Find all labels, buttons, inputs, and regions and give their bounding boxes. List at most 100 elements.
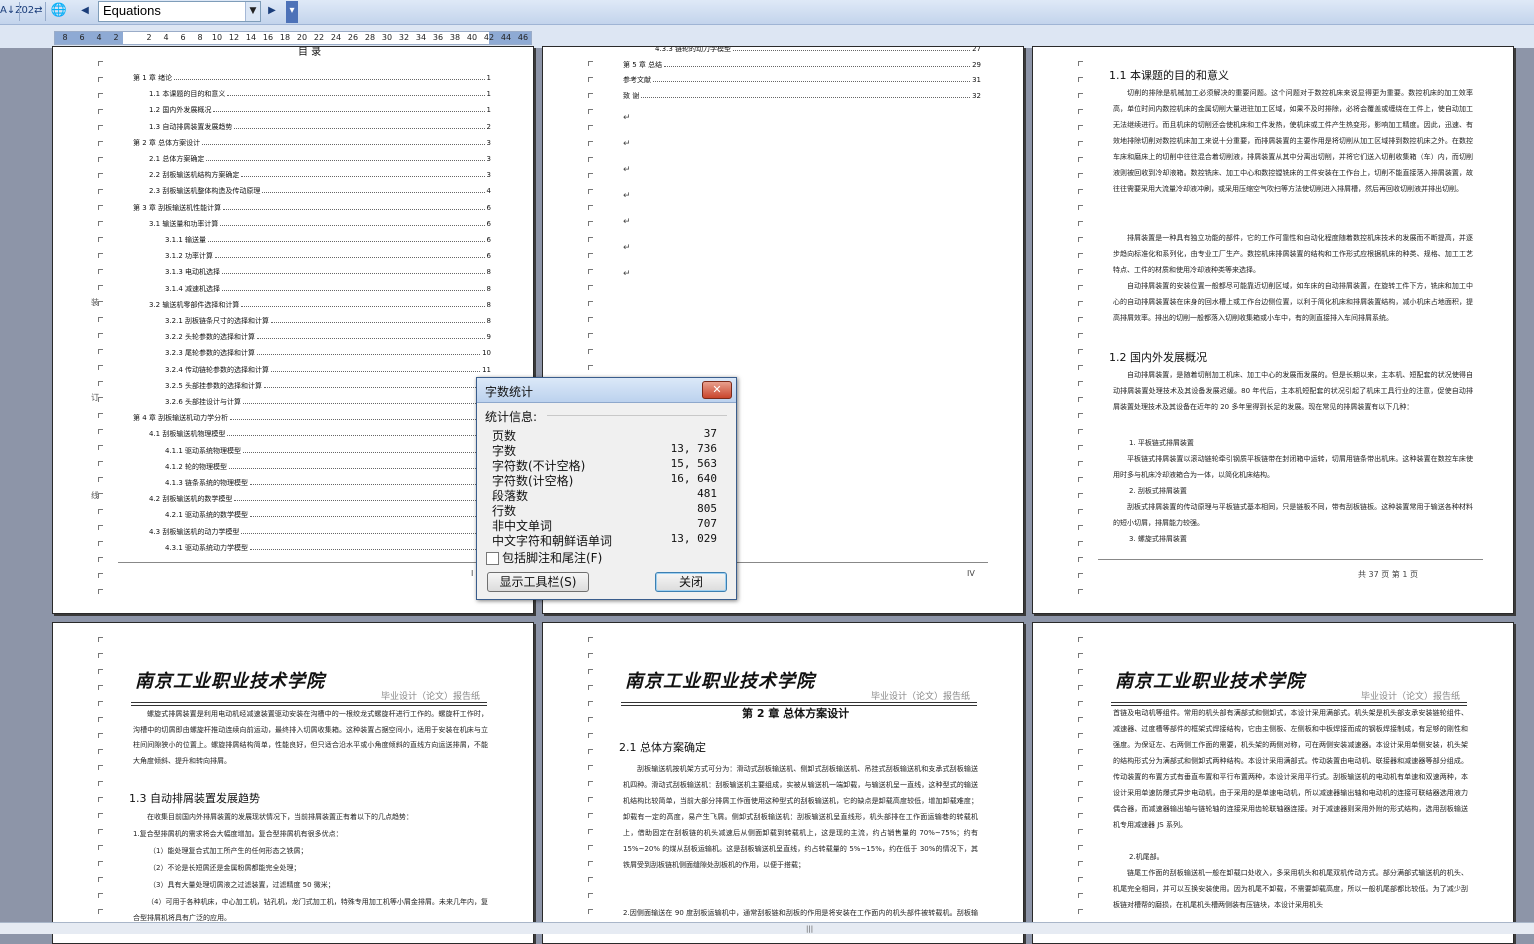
toc-page-number: 6 (486, 252, 491, 261)
gutter-mark (1078, 685, 1083, 690)
school-logo-text: 南京工业职业技术学院 (135, 671, 325, 692)
show-toolbar-button[interactable]: 显示工具栏(S) (487, 572, 589, 592)
toc-entry[interactable]: 3.2.3 尾轮参数的选择和计算 10 (165, 348, 491, 358)
toc-leader (264, 381, 481, 388)
toc-entry[interactable]: 3.2.5 头部挂参数的选择和计算12 (165, 381, 491, 391)
include-footnotes-checkbox[interactable] (486, 552, 499, 565)
gutter-mark (98, 525, 103, 530)
gutter-mark (98, 349, 103, 354)
horizontal-scrollbar[interactable]: ||| (0, 922, 1534, 934)
toc-entry[interactable]: 第 1 章 绪论 1 (133, 73, 491, 83)
document-page-1[interactable]: 目 录 装 订 线 I 第 1 章 绪论 1 1.1 本课题的目的和意义 1 1.2 国… (52, 46, 534, 614)
document-page-4[interactable]: 南京工业职业技术学院 毕业设计（论文）报告纸 螺旋式排屑装置是利用电动机经减速装… (52, 622, 534, 944)
gutter-mark (98, 77, 103, 82)
toc-entry[interactable]: 3.1.2 功率计算 6 (165, 251, 491, 261)
include-footnotes-label[interactable]: 包括脚注和尾注(F) (502, 549, 602, 566)
toc-page-number: 11 (482, 365, 491, 374)
toc-entry[interactable]: 2.3 刮板输送机整体构造及传动原理 4 (149, 186, 491, 196)
toc-entry[interactable]: 4.1.3 链条系统的物理模型15 (165, 478, 491, 488)
horizontal-ruler[interactable]: 8 6 4 2 2 4 6 8 10 12 14 16 18 20 22 24 26 28 30 32 34 36 38 40… (54, 31, 532, 45)
toc-page-number: 29 (972, 60, 981, 69)
toc-leader (230, 413, 481, 421)
gutter-mark (588, 765, 593, 770)
toc-entry[interactable]: 1.1 本课题的目的和意义 1 (149, 89, 491, 99)
toc-entry[interactable]: 第 4 章 刮板输送机动力学分析13 (133, 413, 491, 423)
gutter-mark (98, 653, 103, 658)
toc-entry[interactable]: 4.3.3 链轮的动力学模型 27 (655, 46, 981, 54)
toc-entry[interactable]: 2.1 总体方案确定 3 (149, 154, 491, 164)
toc-entry[interactable]: 参考文献 31 (623, 75, 981, 85)
gutter-mark (1078, 637, 1083, 642)
dialog-title-bar[interactable]: 字数统计 ✕ (477, 378, 736, 403)
toc-entry[interactable]: 3.2.6 头部挂设计与计算12 (165, 397, 491, 407)
toc-entry[interactable]: 4.3 刮板输送机的动力学模型17 (149, 527, 491, 537)
toc-page-number: 27 (972, 46, 981, 53)
equations-combo[interactable]: Equations ▼ (98, 1, 261, 22)
toc-page-number: 6 (486, 236, 491, 244)
ruler-toggle-icon[interactable]: 02⇄ (21, 1, 43, 21)
binding-gutter (588, 623, 594, 943)
toc-entry[interactable]: 第 5 章 总结 29 (623, 60, 981, 70)
toc-entry[interactable]: 4.2 刮板输送机的数学模型16 (149, 494, 491, 504)
close-icon[interactable]: ✕ (702, 381, 732, 399)
ruler-number: 14 (245, 33, 257, 42)
toc-entry[interactable]: 第 3 章 刮板输送机性能计算 6 (133, 203, 491, 213)
toc-entry[interactable]: 4.1.1 驱动系统物理模型13 (165, 446, 491, 456)
toolbar-options-icon[interactable]: ▾ (286, 1, 298, 23)
paragraph-mark-icon: ↵ (623, 139, 631, 149)
toc-leader (733, 47, 971, 51)
gutter-mark (1078, 349, 1083, 354)
gutter-mark (588, 253, 593, 258)
toc-entry-text: 3.1 输送量和功率计算 (149, 219, 219, 228)
gutter-mark (98, 509, 103, 514)
toc-leader (202, 138, 485, 145)
gutter-mark (1078, 317, 1083, 322)
ruler-number: 38 (449, 33, 461, 42)
toc-entry[interactable]: 3.1.4 减速机选择 8 (165, 284, 491, 294)
stat-row: 段落数 481 (492, 487, 717, 503)
toc-leader (664, 60, 971, 67)
toc-leader (243, 397, 481, 404)
scrollbar-grip-icon[interactable]: ||| (806, 925, 813, 933)
gutter-mark (98, 93, 103, 98)
gutter-mark (588, 93, 593, 98)
toc-entry[interactable]: 1.3 自动排屑装置发展趋势 2 (149, 122, 491, 132)
toc-entry[interactable]: 4.2.1 驱动系统的数学模型16 (165, 510, 491, 520)
toc-entry[interactable]: 2.2 刮板输送机结构方案确定 3 (149, 170, 491, 180)
close-button[interactable]: 关闭 (655, 572, 727, 592)
toc-entry[interactable]: 3.2.4 传动链轮参数的选择和计算 11 (165, 365, 491, 375)
gutter-mark (98, 909, 103, 914)
chevron-down-icon[interactable]: ▼ (245, 2, 260, 21)
sort-icon[interactable]: A↓Z (0, 1, 22, 21)
toc-entry-text: 4.2.1 驱动系统的数学模型 (165, 511, 249, 520)
document-page-3[interactable]: 1.1 本课题的目的和意义 切削的排除是机械加工必须解决的重要问题。这个问题对于… (1032, 46, 1514, 614)
ruler-number: 6 (79, 33, 85, 42)
toc-entry[interactable]: 4.3.1 驱动系统动力学模型17 (165, 543, 491, 553)
statistics-label: 统计信息: (485, 410, 538, 424)
toc-entry[interactable]: 4.1 刮板输送机物理模型13 (149, 429, 491, 439)
globe-icon[interactable]: 🌐 (48, 1, 70, 21)
toc-entry[interactable]: 3.1.3 电动机选择 8 (165, 267, 491, 277)
toc-entry[interactable]: 第 2 章 总体方案设计 3 (133, 138, 491, 148)
toc-entry[interactable]: 3.1 输送量和功率计算 6 (149, 219, 491, 229)
gutter-mark (98, 253, 103, 258)
stat-name: 中文字符和朝鲜语单词 (492, 534, 613, 548)
report-paper-tag: 毕业设计（论文）报告纸 (871, 692, 971, 702)
gutter-mark (98, 269, 103, 274)
document-page-5[interactable]: 南京工业职业技术学院 毕业设计（论文）报告纸 第 2 章 总体方案设计 2.1 … (542, 622, 1024, 944)
toc-entry[interactable]: 致 谢 32 (623, 91, 981, 101)
toc-entry[interactable]: 4.1.2 轮的物理模型14 (165, 462, 491, 472)
gutter-mark (588, 269, 593, 274)
toc-entry[interactable]: 3.2.2 头轮参数的选择和计算 9 (165, 332, 491, 342)
document-page-6[interactable]: 南京工业职业技术学院 毕业设计（论文）报告纸 首链及电动机等组件。常用的机头部有… (1032, 622, 1514, 944)
body-paragraph: 1.复合型排屑机的需求将会大幅度增加。复合型排屑机有很多优点： (133, 830, 343, 838)
toc-entry[interactable]: 1.2 国内外发展概况 1 (149, 105, 491, 115)
binding-gutter (98, 47, 104, 613)
toc-entry[interactable]: 3.2 输送机零部件选择和计算 8 (149, 300, 491, 310)
toc-entry[interactable]: 3.2.1 刮板链条尺寸的选择和计算 8 (165, 316, 491, 326)
body-paragraph: 在收集目前国内外排屑装置的发展现状情况下，当前排屑装置正有着以下的几点趋势： (147, 813, 413, 821)
forward-arrow-icon[interactable]: ▶ (262, 1, 282, 21)
gutter-mark (98, 333, 103, 338)
toc-entry[interactable]: 3.1.1 输送量 6 (165, 235, 491, 245)
back-arrow-icon[interactable]: ◀ (76, 1, 94, 21)
